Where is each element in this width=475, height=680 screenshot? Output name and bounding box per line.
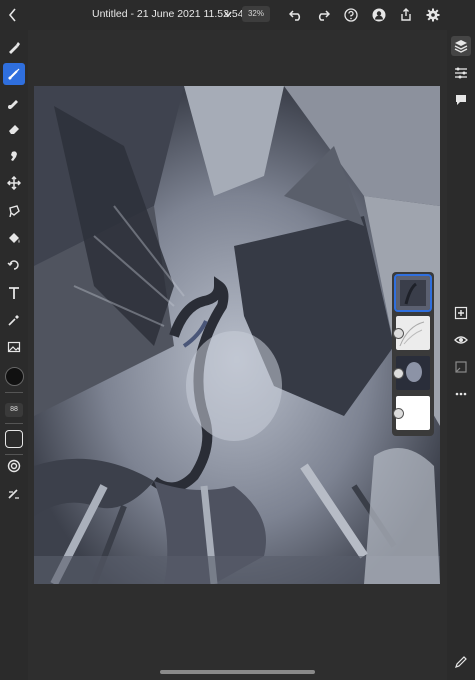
undo-icon[interactable] [287,6,305,24]
image-icon[interactable] [3,336,25,358]
account-icon[interactable] [370,6,388,24]
divider [5,423,23,424]
pixel-brush-icon[interactable] [3,36,25,58]
add-layer-icon[interactable] [451,303,471,323]
paint-bucket-icon[interactable] [3,227,25,249]
home-indicator [160,670,315,674]
redo-icon[interactable] [314,6,332,24]
layer-badge [393,328,404,339]
artwork-canvas[interactable] [34,86,440,584]
top-bar: Untitled - 21 June 2021 11.52.54 * 32% [0,0,475,30]
text-icon[interactable] [3,282,25,304]
smudge-icon[interactable] [3,145,25,167]
eraser-icon[interactable] [3,118,25,140]
chevron-left-icon[interactable] [4,6,22,24]
divider [5,392,23,393]
eyedropper-icon[interactable] [3,309,25,331]
move-icon[interactable] [3,172,25,194]
mask-icon[interactable] [451,357,471,377]
layer-badge [393,408,404,419]
fill-brush-icon[interactable] [3,91,25,113]
pencil-icon[interactable] [451,652,471,672]
zoom-level[interactable]: 32% [242,6,270,22]
left-toolbar: 88 [0,30,28,680]
layers-panel [392,272,434,436]
settings-icon[interactable] [424,6,442,24]
transform-icon[interactable] [3,254,25,276]
right-toolbar [447,30,475,680]
brush-settings-icon[interactable] [3,455,25,477]
chevron-down-icon[interactable] [223,7,233,26]
layers-icon[interactable] [451,36,471,56]
brush-options-icon[interactable] [3,483,25,505]
brush-size-readout[interactable]: 88 [5,403,23,417]
live-brush-icon[interactable] [3,63,25,85]
comments-icon[interactable] [451,90,471,110]
more-icon[interactable] [451,384,471,404]
dragon-painting [34,86,440,584]
layer-thumbnail[interactable] [394,274,432,312]
layer-properties-icon[interactable] [451,63,471,83]
color-swatch[interactable] [5,367,24,386]
visibility-icon[interactable] [451,330,471,350]
share-icon[interactable] [397,6,415,24]
brush-preview[interactable] [5,430,23,448]
layer-badge [393,368,404,379]
lasso-icon[interactable] [3,200,25,222]
help-icon[interactable] [342,6,360,24]
